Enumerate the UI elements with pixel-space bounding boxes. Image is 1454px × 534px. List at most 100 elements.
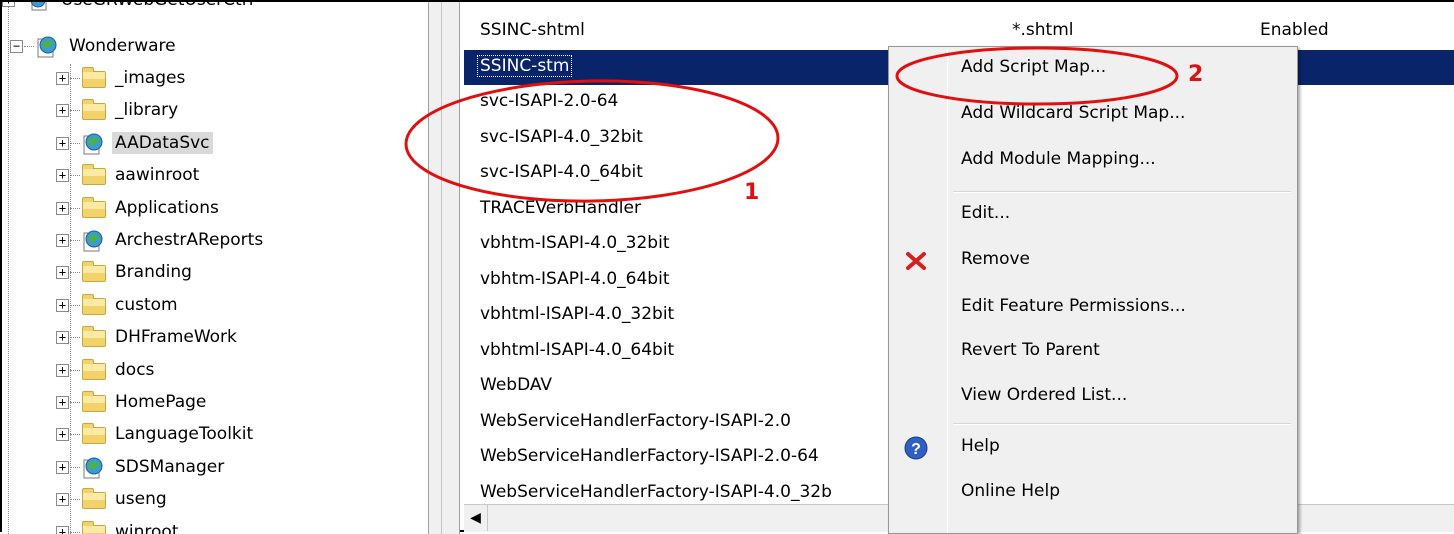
handler-name: vbhtml-ISAPI-4.0_64bit [480, 339, 675, 360]
folder-icon [80, 98, 106, 124]
expand-icon[interactable]: + [56, 72, 69, 85]
handler-name: SSINC-stm [477, 54, 573, 77]
handler-state: Enabled [1260, 20, 1329, 40]
tree-item[interactable]: + ArchestrAReports [56, 226, 428, 256]
expand-icon[interactable]: + [56, 460, 69, 474]
tree-item-wonderware[interactable]: − Wonderware [10, 32, 428, 62]
menu-item-label: Edit... [961, 203, 1011, 223]
context-menu: Add Script Map... Add Wildcard Script Map… [888, 46, 1298, 534]
tree-item[interactable]: + SDSManager [56, 453, 428, 483]
handler-name: vbhtml-ISAPI-4.0_32bit [480, 304, 675, 324]
tree-item-label: DHFrameWork [115, 327, 237, 348]
menu-item-add-wildcard-script-map[interactable]: Add Wildcard Script Map... [891, 99, 1295, 133]
scroll-left-icon[interactable]: ◀ [464, 505, 488, 531]
menu-separator [953, 423, 1291, 425]
menu-item-label: Revert To Parent [961, 340, 1100, 360]
expand-icon[interactable]: + [56, 428, 69, 442]
menu-separator [953, 191, 1291, 193]
annotation-number-1: 1 [744, 180, 760, 205]
handler-name: TRACEVerbHandler [480, 197, 641, 218]
folder-icon [80, 163, 106, 189]
web-site-icon [34, 34, 60, 60]
menu-item-label: Remove [961, 249, 1030, 269]
menu-item-label: Add Wildcard Script Map... [961, 103, 1186, 123]
panel-splitter[interactable] [428, 2, 460, 534]
tree-item[interactable]: + DHFrameWork [56, 323, 428, 353]
tree-item-label: LanguageToolkit [115, 424, 254, 445]
menu-item-remove[interactable]: Remove [891, 245, 1295, 279]
list-row[interactable]: SSINC-shtml *.shtml Enabled [464, 14, 1454, 49]
menu-item-label: Add Script Map... [961, 57, 1107, 77]
svg-text:?: ? [911, 441, 921, 458]
menu-item-add-module-mapping[interactable]: Add Module Mapping... [891, 145, 1295, 179]
expand-icon[interactable]: + [56, 525, 69, 534]
tree-item[interactable]: + _library [56, 96, 428, 126]
expand-icon[interactable]: + [56, 298, 69, 312]
web-app-icon [80, 131, 106, 157]
expand-icon[interactable]: + [56, 266, 69, 280]
expand-icon[interactable]: + [56, 201, 69, 215]
expand-icon[interactable]: + [2, 2, 15, 7]
tree-item[interactable]: + AADataSvc [56, 129, 428, 159]
menu-item-label: View Ordered List... [961, 385, 1128, 405]
handler-name: WebServiceHandlerFactory-ISAPI-4.0_32b [480, 481, 832, 502]
expand-icon[interactable]: + [56, 136, 69, 150]
tree-item[interactable]: + aawinroot [56, 161, 428, 191]
tree-item[interactable]: + docs [56, 356, 428, 386]
expand-icon[interactable]: + [56, 396, 69, 409]
menu-item-edit-feature-permissions[interactable]: Edit Feature Permissions... [891, 292, 1295, 326]
handler-name: svc-ISAPI-2.0-64 [480, 91, 619, 111]
menu-item-edit[interactable]: Edit... [891, 199, 1295, 233]
expand-icon[interactable]: + [56, 363, 69, 377]
folder-icon [80, 487, 106, 513]
collapse-icon[interactable]: − [10, 40, 23, 53]
tree-item-label: custom [115, 294, 178, 315]
tree-item[interactable]: + custom [56, 291, 428, 321]
tree-item-label: AADataSvc [112, 131, 213, 154]
menu-item-add-script-map[interactable]: Add Script Map... [891, 53, 1295, 87]
tree-item[interactable]: + Applications [56, 194, 428, 224]
tree-item-label: ArchestrAReports [115, 230, 264, 250]
handler-name: svc-ISAPI-4.0_32bit [480, 126, 643, 147]
menu-item-view-ordered-list[interactable]: View Ordered List... [891, 381, 1295, 415]
tree-item-label: useng [115, 489, 167, 510]
tree-item[interactable]: + HomePage [56, 388, 428, 418]
tree-item-partial[interactable]: + UseGRWebGetUserCtrl [2, 2, 428, 16]
tree-item[interactable]: + useng [56, 485, 428, 515]
tree-item-label: Wonderware [69, 36, 176, 56]
expand-icon[interactable]: + [56, 331, 69, 345]
menu-item-online-help[interactable]: Online Help [891, 477, 1295, 511]
tree-line [8, 2, 9, 534]
tree-item-label: aawinroot [115, 165, 200, 186]
handler-name: WebServiceHandlerFactory-ISAPI-2.0-64 [480, 446, 819, 466]
tree-item-label: UseGRWebGetUserCtrl [58, 2, 256, 11]
menu-item-help[interactable]: ? Help [891, 432, 1295, 466]
folder-icon [80, 293, 106, 319]
tree-item-label: Applications [115, 197, 219, 218]
tree-item-label: Branding [115, 262, 192, 283]
folder-icon [80, 196, 106, 222]
help-icon: ? [903, 435, 929, 461]
handler-name: vbhtm-ISAPI-4.0_64bit [480, 268, 670, 289]
tree-item-label: _library [115, 100, 179, 121]
menu-item-label: Add Module Mapping... [961, 149, 1156, 169]
folder-icon [80, 66, 106, 92]
web-app-icon [26, 2, 52, 14]
tree-item[interactable]: + LanguageToolkit [56, 420, 428, 450]
handler-name: WebDAV [480, 375, 553, 395]
folder-icon [80, 260, 106, 286]
tree-item-label: _images [115, 68, 186, 88]
tree-item-label: SDSManager [115, 456, 225, 477]
expand-icon[interactable]: + [56, 234, 69, 247]
expand-icon[interactable]: + [56, 169, 69, 183]
handler-name: vbhtm-ISAPI-4.0_32bit [480, 233, 670, 253]
web-app-icon [80, 455, 106, 481]
tree-item[interactable]: + Branding [56, 258, 428, 288]
menu-item-label: Help [961, 436, 1000, 456]
expand-icon[interactable]: + [56, 493, 69, 507]
menu-item-revert-to-parent[interactable]: Revert To Parent [891, 336, 1295, 370]
tree-item-label: docs [115, 359, 155, 380]
handler-path: *.shtml [1012, 20, 1074, 40]
tree-item[interactable]: + _images [56, 64, 428, 94]
expand-icon[interactable]: + [56, 104, 69, 118]
